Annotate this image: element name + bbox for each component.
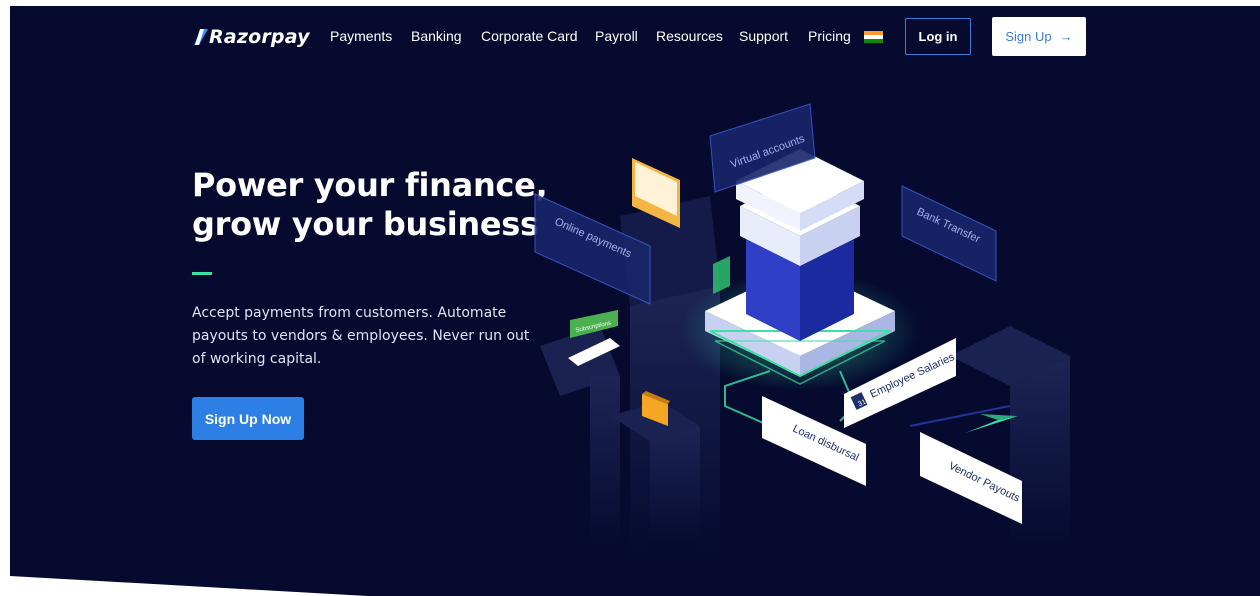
accent-divider (192, 272, 212, 275)
signup-button-label: Sign Up (1005, 29, 1052, 44)
online-payments-card: Online payments (534, 193, 651, 305)
india-flag-icon[interactable] (864, 31, 883, 43)
hero-title: Power your finance, grow your business (192, 166, 552, 244)
hero-title-line1: Power your finance, (192, 166, 548, 204)
top-navigation: Razorpay Payments Banking Corporate Card… (10, 6, 1260, 68)
nav-payroll[interactable]: Payroll (595, 28, 638, 44)
brand-name: Razorpay (209, 26, 310, 48)
razorpay-logo-icon (194, 29, 208, 45)
hero-section: Razorpay Payments Banking Corporate Card… (10, 6, 1260, 596)
arrow-right-icon: → (1059, 29, 1073, 44)
hero-subtitle: Accept payments from customers. Automate… (192, 305, 530, 367)
hero-title-line2: grow your business (192, 205, 539, 243)
hero-illustration: Virtual accounts Online payments Bank Tr… (534, 103, 1070, 556)
bank-transfer-card: Bank Transfer (901, 185, 997, 282)
vendor-payouts-card: Vendor Payouts (920, 432, 1022, 524)
nav-corporate-card[interactable]: Corporate Card (481, 28, 578, 44)
nav-pricing[interactable]: Pricing (808, 28, 851, 44)
signup-now-button[interactable]: Sign Up Now (192, 397, 304, 440)
login-button[interactable]: Log in (905, 18, 971, 55)
nav-resources[interactable]: Resources (656, 28, 723, 44)
razorpay-logo[interactable]: Razorpay (194, 26, 310, 48)
signup-button[interactable]: Sign Up → (992, 17, 1086, 56)
nav-banking[interactable]: Banking (411, 28, 462, 44)
nav-support[interactable]: Support (739, 28, 788, 44)
nav-payments[interactable]: Payments (330, 28, 392, 44)
